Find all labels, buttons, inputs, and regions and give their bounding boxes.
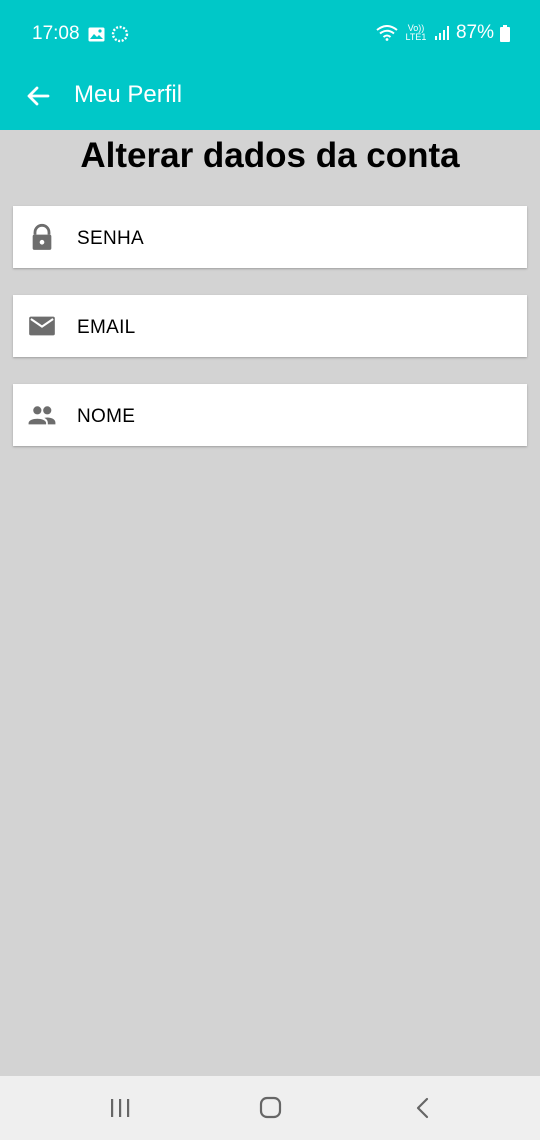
arrow-left-icon <box>27 86 50 106</box>
status-bar: 17:08 Vo)) LTE1 87% <box>0 0 540 68</box>
navigation-bar <box>0 1076 540 1140</box>
menu-item-senha[interactable]: SENHA <box>13 206 527 268</box>
people-icon <box>28 406 56 425</box>
home-icon <box>259 1096 282 1119</box>
signal-icon <box>434 26 449 40</box>
wifi-icon <box>376 25 398 41</box>
recent-apps-icon <box>111 1099 130 1117</box>
status-system-icons: Vo)) LTE1 87% <box>376 22 510 44</box>
status-notification-icons <box>88 25 129 43</box>
battery-percent: 87% <box>455 22 494 43</box>
menu-item-nome[interactable]: NOME <box>13 384 527 446</box>
mail-icon <box>29 316 55 336</box>
menu-item-email[interactable]: EMAIL <box>13 295 527 357</box>
menu-item-label: SENHA <box>77 228 144 249</box>
home-button[interactable] <box>255 1094 285 1122</box>
lock-icon <box>32 223 52 250</box>
status-time: 17:08 <box>32 23 80 44</box>
back-icon <box>416 1097 429 1119</box>
menu-item-label: EMAIL <box>77 317 136 338</box>
network-label: Vo)) LTE1 <box>405 23 427 42</box>
sync-icon <box>111 25 129 43</box>
app-bar-title: Meu Perfil <box>74 81 183 108</box>
back-button[interactable] <box>22 80 54 112</box>
battery-icon <box>500 24 510 42</box>
recent-apps-button[interactable] <box>105 1094 135 1122</box>
page-title: Alterar dados da conta <box>80 136 460 175</box>
app-bar: Meu Perfil <box>0 68 540 130</box>
menu-item-label: NOME <box>77 406 136 427</box>
nav-back-button[interactable] <box>408 1094 438 1122</box>
image-icon <box>88 27 105 41</box>
